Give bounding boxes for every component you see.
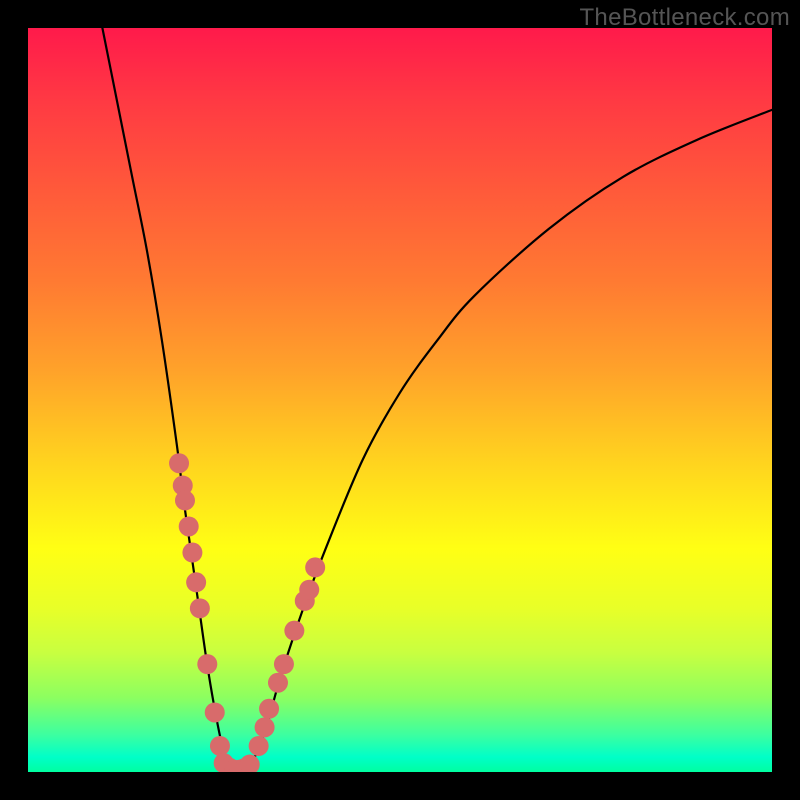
- watermark-text: TheBottleneck.com: [579, 4, 790, 32]
- marker-dot: [179, 516, 199, 536]
- marker-dot: [186, 572, 206, 592]
- marker-dot: [190, 598, 210, 618]
- marker-dot: [259, 699, 279, 719]
- markers-right-branch: [249, 557, 326, 756]
- markers-bottom-branch: [214, 753, 260, 772]
- markers-left-branch: [169, 453, 230, 756]
- chart-overlay: [28, 28, 772, 772]
- marker-dot: [305, 557, 325, 577]
- marker-dot: [249, 736, 269, 756]
- chart-frame: TheBottleneck.com: [0, 0, 800, 800]
- marker-dot: [169, 453, 189, 473]
- marker-dot: [197, 654, 217, 674]
- marker-dot: [255, 717, 275, 737]
- marker-dot: [210, 736, 230, 756]
- marker-dot: [299, 580, 319, 600]
- marker-dot: [268, 673, 288, 693]
- marker-dot: [240, 755, 260, 772]
- plot-area: [28, 28, 772, 772]
- marker-dot: [274, 654, 294, 674]
- marker-dot: [182, 543, 202, 563]
- marker-dot: [205, 702, 225, 722]
- marker-dot: [284, 621, 304, 641]
- marker-dot: [175, 490, 195, 510]
